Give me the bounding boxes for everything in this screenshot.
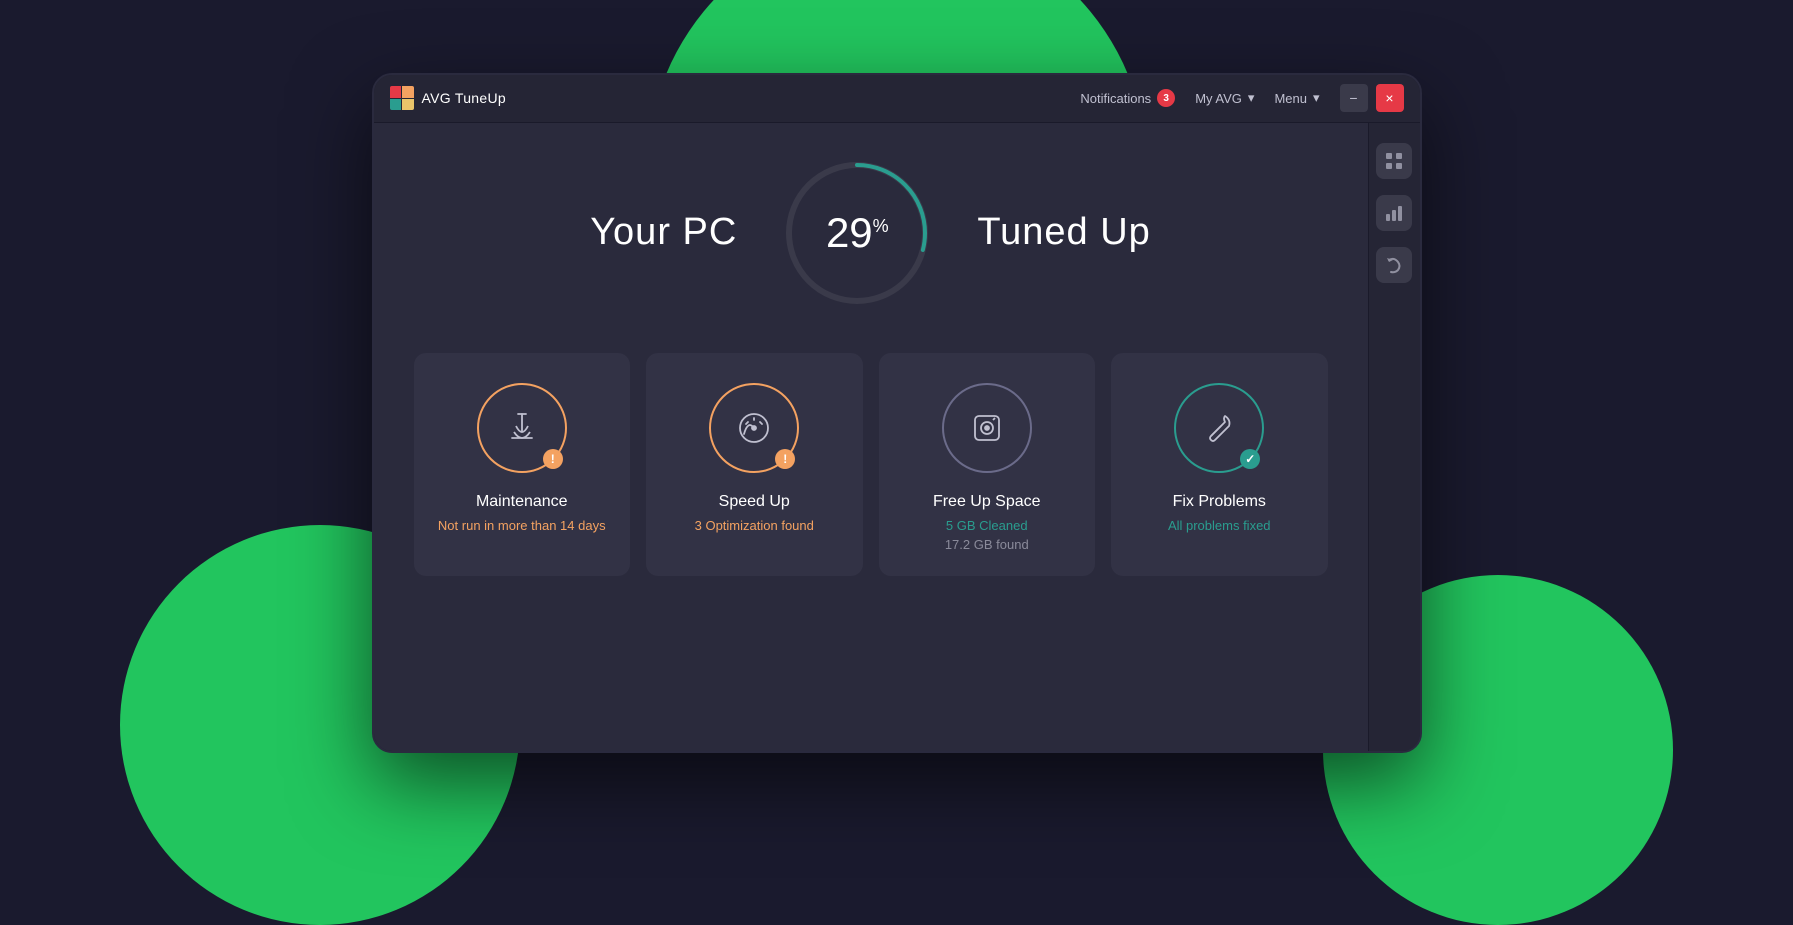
window-controls: − × xyxy=(1340,84,1404,112)
title-bar-right: Notifications 3 My AVG ▾ Menu ▾ − × xyxy=(1080,84,1403,112)
disk-icon xyxy=(965,406,1009,450)
fix-problems-card[interactable]: ✓ Fix Problems All problems fixed xyxy=(1111,353,1328,576)
sidebar-undo-icon[interactable] xyxy=(1376,247,1412,283)
score-left-label: Your PC xyxy=(590,211,737,254)
speed-up-alert-badge: ! xyxy=(775,449,795,469)
close-button[interactable]: × xyxy=(1376,84,1404,112)
sidebar-grid-icon[interactable] xyxy=(1376,143,1412,179)
app-title: AVG TuneUp xyxy=(422,90,506,106)
free-up-space-card[interactable]: Free Up Space 5 GB Cleaned 17.2 GB found xyxy=(879,353,1096,576)
notifications-badge: 3 xyxy=(1157,89,1175,107)
cards-section: ! Maintenance Not run in more than 14 da… xyxy=(414,353,1328,576)
title-bar-left: AVG TuneUp xyxy=(390,86,506,110)
title-bar: AVG TuneUp Notifications 3 My AVG ▾ Menu… xyxy=(374,75,1420,123)
score-percent-symbol: % xyxy=(873,216,889,236)
free-up-status: 5 GB Cleaned xyxy=(946,517,1028,535)
free-up-icon-wrapper xyxy=(942,383,1032,473)
notifications-label: Notifications xyxy=(1080,91,1151,106)
speed-up-title: Speed Up xyxy=(719,493,790,511)
my-avg-button[interactable]: My AVG ▾ xyxy=(1195,90,1254,106)
maintenance-status: Not run in more than 14 days xyxy=(438,517,606,535)
menu-label: Menu xyxy=(1274,91,1307,106)
score-value: 29 xyxy=(826,209,873,256)
free-up-icon-circle xyxy=(942,383,1032,473)
right-sidebar xyxy=(1368,123,1420,751)
minimize-button[interactable]: − xyxy=(1340,84,1368,112)
free-up-sub-status: 17.2 GB found xyxy=(945,537,1029,552)
fix-problems-status: All problems fixed xyxy=(1168,517,1271,535)
speed-up-status: 3 Optimization found xyxy=(695,517,814,535)
free-up-title: Free Up Space xyxy=(933,493,1041,511)
gauge-icon xyxy=(732,406,776,450)
score-circle: 29% xyxy=(777,153,937,313)
wrench-icon xyxy=(1197,406,1241,450)
fix-problems-check-badge: ✓ xyxy=(1240,449,1260,469)
center-content: Your PC 29% Tuned Up xyxy=(374,123,1368,751)
avg-logo xyxy=(390,86,414,110)
maintenance-icon-wrapper: ! xyxy=(477,383,567,473)
fix-problems-title: Fix Problems xyxy=(1173,493,1266,511)
my-avg-chevron: ▾ xyxy=(1248,90,1255,106)
sidebar-chart-icon[interactable] xyxy=(1376,195,1412,231)
score-section: Your PC 29% Tuned Up xyxy=(414,153,1328,313)
score-text: 29% xyxy=(826,209,889,257)
main-content: Your PC 29% Tuned Up xyxy=(374,123,1420,751)
broom-icon xyxy=(500,406,544,450)
app-window: AVG TuneUp Notifications 3 My AVG ▾ Menu… xyxy=(372,73,1422,753)
menu-chevron: ▾ xyxy=(1313,90,1320,106)
menu-button[interactable]: Menu ▾ xyxy=(1274,90,1319,106)
maintenance-card[interactable]: ! Maintenance Not run in more than 14 da… xyxy=(414,353,631,576)
maintenance-alert-badge: ! xyxy=(543,449,563,469)
maintenance-title: Maintenance xyxy=(476,493,568,511)
my-avg-label: My AVG xyxy=(1195,91,1242,106)
score-number: 29% xyxy=(826,209,889,256)
speed-up-card[interactable]: ! Speed Up 3 Optimization found xyxy=(646,353,863,576)
fix-problems-icon-wrapper: ✓ xyxy=(1174,383,1264,473)
score-right-label: Tuned Up xyxy=(977,211,1150,254)
notifications-button[interactable]: Notifications 3 xyxy=(1080,89,1175,107)
speed-up-icon-wrapper: ! xyxy=(709,383,799,473)
